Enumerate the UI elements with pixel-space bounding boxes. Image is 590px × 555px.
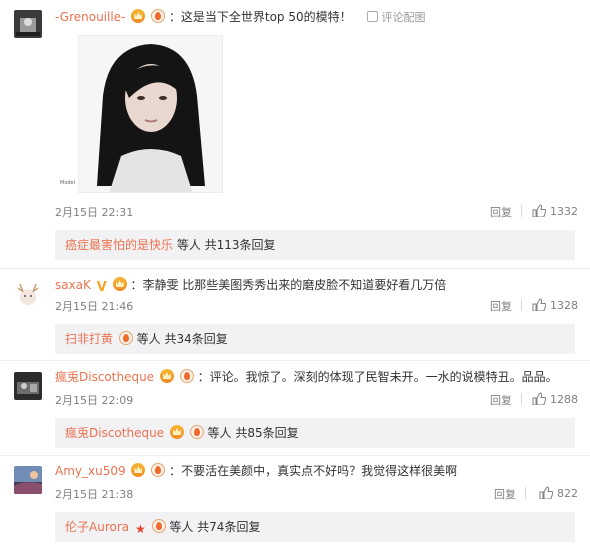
comment-line: saxaK V ：李静雯 比那些美图秀秀出来的磨皮脸不知道要好看几万倍 xyxy=(55,276,578,297)
thumbs-up-icon xyxy=(532,298,546,311)
like-count: 1328 xyxy=(550,299,578,312)
verified-v-icon: V xyxy=(96,280,107,295)
image-icon xyxy=(367,11,379,22)
like-button[interactable]: 822 xyxy=(539,486,578,500)
comment-text: ：不要活在美颜中，真实点不好吗？我觉得这样很美啊 xyxy=(169,464,458,478)
reply-button[interactable]: 回复 xyxy=(490,204,512,220)
comment-meta: 2月15日 21:46 回复 1328 xyxy=(55,298,578,314)
thumbs-up-icon xyxy=(532,392,546,405)
fan-badge-icon xyxy=(151,519,166,533)
vip-crown-icon xyxy=(169,425,184,439)
thumbs-up-icon xyxy=(539,486,553,499)
comment-meta: 2月15日 22:09 回复 1288 xyxy=(55,392,578,408)
divider xyxy=(521,205,522,217)
divider xyxy=(525,487,526,499)
fan-badge-icon xyxy=(118,331,133,345)
avatar[interactable] xyxy=(14,280,42,308)
divider xyxy=(521,393,522,405)
comment-date: 2月15日 22:31 xyxy=(55,206,134,219)
comment-image[interactable] xyxy=(78,35,223,193)
comment-text: ：李静雯 比那些美图秀秀出来的磨皮脸不知道要好看几万倍 xyxy=(130,278,447,292)
thumbs-up-icon xyxy=(532,204,546,217)
reply-user-link[interactable]: 癌症最害怕的是快乐 xyxy=(65,238,173,252)
reply-button[interactable]: 回复 xyxy=(494,486,516,502)
comment-line: 瘋兎Discotheque ：评论。我惊了。深刻的体现了民智未开。一水的说模特丑… xyxy=(55,368,578,386)
fan-badge-icon xyxy=(179,369,194,383)
reply-count-text: 等人 共34条回复 xyxy=(132,332,228,346)
like-count: 822 xyxy=(557,487,578,500)
reply-user-link[interactable]: 瘋兎Discotheque xyxy=(65,426,164,440)
vip-crown-icon xyxy=(112,277,127,291)
reply-button[interactable]: 回复 xyxy=(490,298,512,314)
reply-button[interactable]: 回复 xyxy=(490,392,512,408)
avatar[interactable] xyxy=(14,372,42,400)
comment-meta: 2月15日 22:31 回复 1332 xyxy=(55,204,578,220)
comment-date: 2月15日 21:46 xyxy=(55,300,134,313)
vip-crown-icon xyxy=(159,369,174,383)
comment-meta: 2月15日 21:38 回复 822 xyxy=(55,486,578,502)
reply-count-text: 等人 共74条回复 xyxy=(165,520,261,534)
comment-divider xyxy=(0,455,590,456)
reply-summary[interactable]: 伦子Aurora ★ 等人 共74条回复 xyxy=(55,512,575,542)
comment-username[interactable]: -Grenouille- xyxy=(55,10,125,24)
like-button[interactable]: 1332 xyxy=(532,204,578,218)
like-count: 1288 xyxy=(550,393,578,406)
comment-line: -Grenouille- ：这是当下全世界top 50的模特！ 评论配图 xyxy=(55,8,578,27)
star-icon: ★ xyxy=(134,522,146,536)
comment-divider xyxy=(0,360,590,361)
like-button[interactable]: 1288 xyxy=(532,392,578,406)
reply-summary[interactable]: 扫非打黄 等人 共34条回复 xyxy=(55,324,575,354)
comment-line: Amy_xu509 ：不要活在美颜中，真实点不好吗？我觉得这样很美啊 xyxy=(55,462,578,480)
image-caption: Model xyxy=(60,180,76,186)
reply-user-link[interactable]: 伦子Aurora xyxy=(65,520,129,534)
avatar[interactable] xyxy=(14,466,42,494)
comment-username[interactable]: 瘋兎Discotheque xyxy=(55,370,154,384)
vip-crown-icon xyxy=(131,9,146,23)
fan-badge-icon xyxy=(151,9,166,23)
fan-badge-icon xyxy=(151,463,166,477)
vip-crown-icon xyxy=(131,463,146,477)
divider xyxy=(521,299,522,311)
avatar[interactable] xyxy=(14,10,42,38)
reply-summary[interactable]: 癌症最害怕的是快乐 等人 共113条回复 xyxy=(55,230,575,260)
comment-text: ：这是当下全世界top 50的模特！ xyxy=(168,10,352,24)
view-comment-image-label: 评论配图 xyxy=(381,11,426,24)
reply-count-text: 等人 共113条回复 xyxy=(173,238,276,252)
comment-username[interactable]: saxaK xyxy=(55,278,91,292)
like-button[interactable]: 1328 xyxy=(532,298,578,312)
comment-username[interactable]: Amy_xu509 xyxy=(55,464,126,478)
comment-date: 2月15日 21:38 xyxy=(55,488,134,501)
reply-user-link[interactable]: 扫非打黄 xyxy=(65,332,113,346)
reply-count-text: 等人 共85条回复 xyxy=(203,426,299,440)
view-comment-image-link[interactable]: 评论配图 xyxy=(367,11,425,24)
comment-divider xyxy=(0,268,590,269)
comment-feed: -Grenouille- ：这是当下全世界top 50的模特！ 评论配图 Mod… xyxy=(0,0,590,555)
reply-summary[interactable]: 瘋兎Discotheque 等人 共85条回复 xyxy=(55,418,575,448)
like-count: 1332 xyxy=(550,205,578,218)
comment-date: 2月15日 22:09 xyxy=(55,394,134,407)
fan-badge-icon xyxy=(189,425,204,439)
comment-text: ：评论。我惊了。深刻的体现了民智未开。一水的说模特丑。品品。 xyxy=(197,370,558,384)
